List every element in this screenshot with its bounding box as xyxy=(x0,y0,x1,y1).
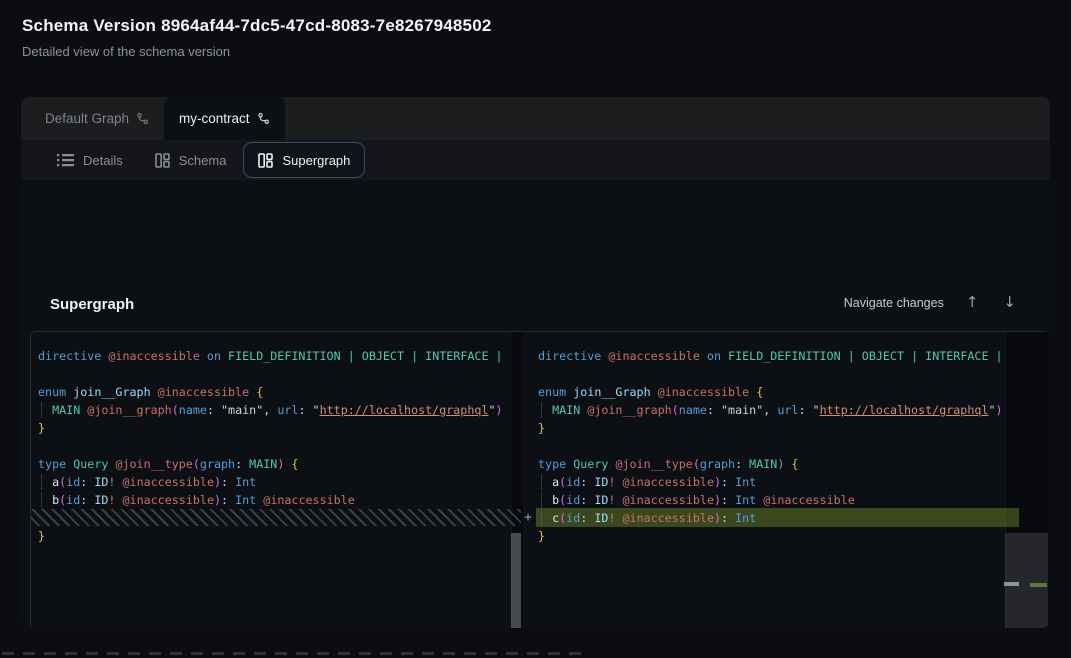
indent-guide xyxy=(41,402,42,418)
variant-icon xyxy=(136,112,149,125)
subnav-item-schema[interactable]: Schema xyxy=(140,142,242,178)
navigate-changes: Navigate changes ↑ ↓ xyxy=(844,293,1019,312)
subnav-item-supergraph[interactable]: Supergraph xyxy=(243,142,365,178)
navigate-next-button[interactable]: ↓ xyxy=(1000,293,1019,312)
code-line xyxy=(538,365,1005,383)
graph-tabbar: Default Graph my-contract xyxy=(21,97,1050,140)
tab-default-graph-label: Default Graph xyxy=(45,111,129,126)
tab-my-contract[interactable]: my-contract xyxy=(164,97,285,140)
panels-icon xyxy=(258,153,273,168)
page-title: Schema Version 8964af44-7dc5-47cd-8083-7… xyxy=(22,16,492,36)
navigate-changes-label: Navigate changes xyxy=(844,296,944,310)
subnav-item-details-label: Details xyxy=(83,153,123,168)
left-scrollbar-thumb[interactable] xyxy=(511,533,521,628)
list-details-icon xyxy=(57,153,74,167)
diff-added-line: c(id: ID! @inaccessible): Int xyxy=(538,509,1005,527)
code-line: b(id: ID! @inaccessible): Int @inaccessi… xyxy=(38,491,511,509)
tab-my-contract-label: my-contract xyxy=(179,111,250,126)
indent-guide xyxy=(541,402,542,418)
arrow-up-icon: ↑ xyxy=(966,293,979,311)
supergraph-panel: Supergraph Navigate changes ↑ ↓ + direct… xyxy=(21,180,1050,628)
diff-modified-pane[interactable]: directive @inaccessible on FIELD_DEFINIT… xyxy=(524,331,1005,628)
diff-added-marker: + xyxy=(521,510,535,525)
code-line: a(id: ID! @inaccessible): Int xyxy=(38,473,511,491)
code-line: } xyxy=(538,419,1005,437)
indent-guide xyxy=(541,510,542,526)
code-line xyxy=(538,437,1005,455)
subnav-item-supergraph-label: Supergraph xyxy=(282,153,350,168)
code-line: directive @inaccessible on FIELD_DEFINIT… xyxy=(538,347,1005,365)
minimap-slider[interactable] xyxy=(1005,533,1048,628)
indent-guide xyxy=(41,474,42,490)
tab-default-graph[interactable]: Default Graph xyxy=(30,97,164,140)
code-line xyxy=(38,365,511,383)
variant-icon xyxy=(257,112,270,125)
minimap-change-marker-green xyxy=(1030,583,1047,587)
code-line: } xyxy=(38,419,511,437)
minimap-change-marker-gray xyxy=(1004,582,1019,586)
code-line: b(id: ID! @inaccessible): Int @inaccessi… xyxy=(538,491,1005,509)
diff-placeholder-line xyxy=(38,509,511,527)
code-line: MAIN @join__graph(name: "main", url: "ht… xyxy=(538,401,1005,419)
indent-guide xyxy=(541,492,542,508)
code-line: a(id: ID! @inaccessible): Int xyxy=(538,473,1005,491)
code-line: } xyxy=(538,527,1005,545)
subnav-item-details[interactable]: Details xyxy=(42,142,138,178)
schema-version-card: Default Graph my-contract Details Schema xyxy=(21,97,1050,628)
diff-original-pane[interactable]: directive @inaccessible on FIELD_DEFINIT… xyxy=(30,331,511,628)
panels-icon xyxy=(155,153,170,168)
code-line: } xyxy=(38,527,511,545)
bottom-dashed-divider xyxy=(2,652,588,655)
code-line: enum join__Graph @inaccessible { xyxy=(38,383,511,401)
navigate-previous-button[interactable]: ↑ xyxy=(963,293,982,312)
code-line: MAIN @join__graph(name: "main", url: "ht… xyxy=(38,401,511,419)
arrow-down-icon: ↓ xyxy=(1003,293,1016,311)
indent-guide xyxy=(41,492,42,508)
code-line: type Query @join__type(graph: MAIN) { xyxy=(38,455,511,473)
code-line: directive @inaccessible on FIELD_DEFINIT… xyxy=(38,347,511,365)
indent-guide xyxy=(541,474,542,490)
supergraph-heading: Supergraph xyxy=(50,296,134,313)
page-subtitle: Detailed view of the schema version xyxy=(22,44,230,59)
code-line: type Query @join__type(graph: MAIN) { xyxy=(538,455,1005,473)
code-line: enum join__Graph @inaccessible { xyxy=(538,383,1005,401)
subnav-item-schema-label: Schema xyxy=(179,153,227,168)
code-line xyxy=(38,437,511,455)
version-subnav: Details Schema Supergraph xyxy=(21,140,1050,180)
